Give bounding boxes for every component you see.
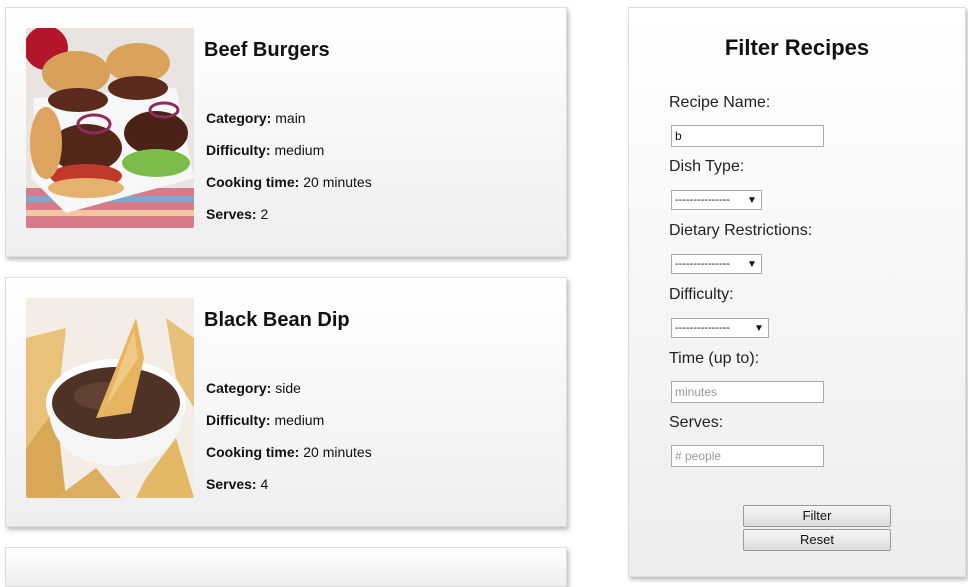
- serves-value: 4: [260, 476, 269, 492]
- difficulty-label: Difficulty:: [206, 412, 271, 428]
- cooking-time-label: Cooking time:: [206, 444, 300, 460]
- difficulty-label: Difficulty:: [669, 286, 734, 303]
- filter-button[interactable]: Filter: [743, 505, 891, 527]
- recipe-difficulty: Difficulty: medium: [206, 142, 324, 158]
- cooking-time-value: 20 minutes: [303, 174, 372, 190]
- chevron-down-icon: ▼: [754, 322, 764, 334]
- recipe-title[interactable]: Black Bean Dip: [204, 309, 350, 332]
- dietary-restrictions-label: Dietary Restrictions:: [669, 222, 813, 239]
- category-label: Category:: [206, 380, 272, 396]
- time-input[interactable]: [671, 381, 824, 403]
- serves-value: 2: [260, 206, 269, 222]
- chevron-down-icon: ▼: [747, 194, 757, 206]
- recipe-cooking-time: Cooking time: 20 minutes: [206, 174, 372, 190]
- serves-label: Serves:: [669, 414, 724, 431]
- dietary-restrictions-value: ---------------: [675, 258, 730, 270]
- recipe-serves: Serves: 4: [206, 476, 268, 492]
- filter-title: Filter Recipes: [724, 35, 870, 60]
- recipe-difficulty: Difficulty: medium: [206, 412, 324, 428]
- recipe-image-black-bean-dip[interactable]: [26, 298, 194, 498]
- difficulty-label: Difficulty:: [206, 142, 271, 158]
- bean-dip-image-icon: [26, 298, 194, 498]
- recipe-name-label: Recipe Name:: [669, 94, 771, 111]
- dietary-restrictions-select[interactable]: --------------- ▼: [671, 254, 762, 274]
- cooking-time-value: 20 minutes: [303, 444, 372, 460]
- recipe-name-input[interactable]: [671, 125, 824, 147]
- recipe-card[interactable]: Beef Burgers Category: main Difficulty: …: [5, 7, 567, 257]
- chevron-down-icon: ▼: [747, 258, 757, 270]
- dish-type-value: ---------------: [675, 194, 730, 206]
- cooking-time-label: Cooking time:: [206, 174, 300, 190]
- recipe-category: Category: main: [206, 110, 306, 126]
- recipe-cooking-time: Cooking time: 20 minutes: [206, 444, 372, 460]
- difficulty-select[interactable]: --------------- ▼: [671, 318, 769, 338]
- reset-button[interactable]: Reset: [743, 529, 891, 551]
- burger-image-icon: [26, 28, 194, 228]
- recipe-title[interactable]: Beef Burgers: [204, 39, 330, 62]
- category-label: Category:: [206, 110, 272, 126]
- recipe-image-beef-burgers[interactable]: [26, 28, 194, 228]
- difficulty-value: medium: [274, 412, 325, 428]
- filter-panel: Filter Recipes Recipe Name: Dish Type: -…: [628, 7, 966, 577]
- time-label: Time (up to):: [669, 350, 760, 367]
- dish-type-select[interactable]: --------------- ▼: [671, 190, 762, 210]
- category-value: side: [275, 380, 301, 396]
- recipe-card[interactable]: Black Bean Dip Category: side Difficulty…: [5, 277, 567, 527]
- dish-type-label: Dish Type:: [669, 158, 745, 175]
- recipe-serves: Serves: 2: [206, 206, 268, 222]
- category-value: main: [275, 110, 306, 126]
- recipe-category: Category: side: [206, 380, 301, 396]
- difficulty-value: medium: [274, 142, 325, 158]
- serves-input[interactable]: [671, 445, 824, 467]
- recipe-card[interactable]: [5, 547, 567, 587]
- difficulty-value: ---------------: [675, 322, 730, 334]
- serves-label: Serves:: [206, 206, 257, 222]
- serves-label: Serves:: [206, 476, 257, 492]
